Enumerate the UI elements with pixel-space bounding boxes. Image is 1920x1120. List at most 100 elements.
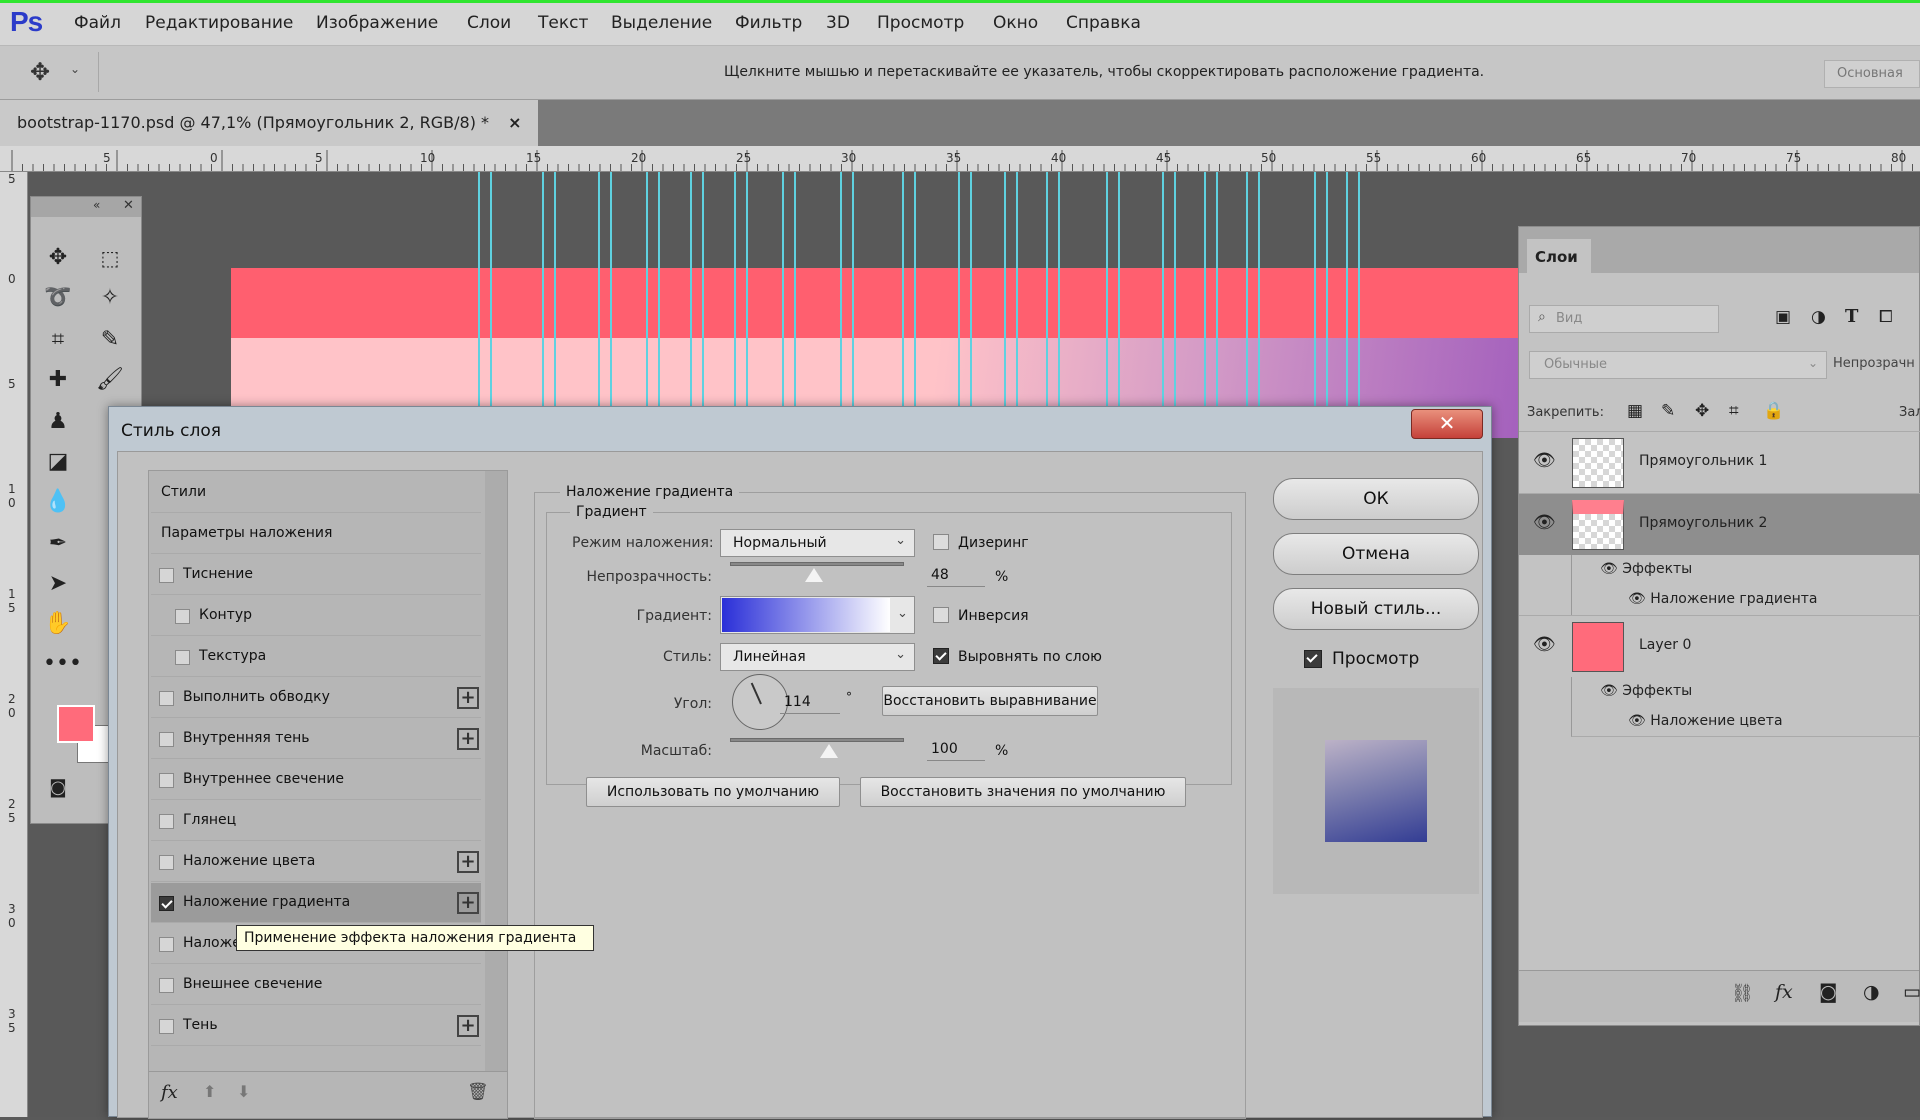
make-default-button[interactable]: Использовать по умолчанию <box>586 777 840 807</box>
menu-select[interactable]: Выделение <box>611 13 712 33</box>
style-checkbox[interactable] <box>159 978 174 993</box>
blur-tool-icon[interactable]: 💧 <box>43 487 73 517</box>
styles-header-row[interactable]: Стили <box>151 473 481 513</box>
gradient-style-select[interactable]: Линейная ⌄ <box>720 643 915 671</box>
menu-filter[interactable]: Фильтр <box>735 13 802 33</box>
lock-all-icon[interactable]: 🔒 <box>1763 401 1784 421</box>
menu-image[interactable]: Изображение <box>316 13 438 33</box>
gradient-preview-swatch[interactable] <box>722 598 890 632</box>
style-checkbox[interactable] <box>159 732 174 747</box>
style-checkbox[interactable] <box>159 896 174 911</box>
close-icon[interactable]: ✕ <box>123 198 134 213</box>
style-checkbox[interactable] <box>175 609 190 624</box>
visibility-eye-icon[interactable]: 👁 <box>1600 561 1622 577</box>
collapse-icon[interactable]: « <box>93 198 100 212</box>
layer-name[interactable]: Layer 0 <box>1639 637 1691 653</box>
visibility-eye-icon[interactable]: 👁 <box>1628 591 1650 607</box>
fx-icon[interactable]: fx <box>1775 981 1793 1003</box>
reset-alignment-button[interactable]: Восстановить выравнивание <box>882 686 1098 716</box>
visibility-eye-icon[interactable]: 👁 <box>1533 512 1556 533</box>
style-row-inner-glow[interactable]: Внутреннее свечение <box>151 760 481 800</box>
style-checkbox[interactable] <box>159 568 174 583</box>
add-effect-button[interactable]: + <box>457 728 479 750</box>
style-row-texture[interactable]: Текстура <box>151 637 481 677</box>
style-checkbox[interactable] <box>175 650 190 665</box>
style-row-drop-shadow[interactable]: Тень + <box>151 1006 481 1046</box>
visibility-eye-icon[interactable]: 👁 <box>1628 713 1650 729</box>
move-down-icon[interactable]: ⬇ <box>237 1082 250 1101</box>
style-checkbox[interactable] <box>159 1019 174 1034</box>
angle-input[interactable]: 114 <box>780 692 840 714</box>
add-effect-button[interactable]: + <box>457 687 479 709</box>
chevron-down-icon[interactable]: ⌄ <box>897 606 908 621</box>
quick-mask-icon[interactable]: ◙ <box>43 773 73 803</box>
lasso-tool-icon[interactable]: ➰ <box>43 283 73 313</box>
path-select-icon[interactable]: ➤ <box>43 569 73 599</box>
menu-window[interactable]: Окно <box>993 13 1038 33</box>
blend-mode-select[interactable]: Нормальный ⌄ <box>720 529 915 557</box>
trash-icon[interactable]: 🗑 <box>467 1082 489 1102</box>
style-row-stroke[interactable]: Выполнить обводку + <box>151 678 481 718</box>
folder-icon[interactable]: ▭ <box>1903 981 1920 1003</box>
more-tools-icon[interactable]: ••• <box>43 649 82 679</box>
menu-3d[interactable]: 3D <box>826 13 850 33</box>
style-checkbox[interactable] <box>159 855 174 870</box>
style-row-gradient-overlay[interactable]: Наложение градиента + <box>151 883 481 923</box>
marquee-tool-icon[interactable]: ⬚ <box>95 243 125 273</box>
link-layers-icon[interactable]: ⛓ <box>1731 983 1754 1004</box>
document-tab[interactable]: bootstrap-1170.psd @ 47,1% (Прямоугольни… <box>0 100 538 146</box>
blending-options-row[interactable]: Параметры наложения <box>151 514 481 554</box>
foreground-color-swatch[interactable] <box>57 705 95 743</box>
visibility-eye-icon[interactable]: 👁 <box>1600 683 1622 699</box>
layer-name[interactable]: Прямоугольник 1 <box>1639 453 1767 469</box>
image-filter-icon[interactable]: ▣ <box>1775 307 1791 327</box>
style-checkbox[interactable] <box>159 691 174 706</box>
eyedropper-icon[interactable]: ✎ <box>95 325 125 355</box>
scale-slider[interactable] <box>730 738 904 742</box>
chevron-down-icon[interactable]: ⌄ <box>70 62 80 76</box>
opacity-slider-thumb[interactable] <box>804 568 823 582</box>
style-row-satin[interactable]: Глянец <box>151 801 481 841</box>
styles-scrollbar[interactable] <box>485 471 507 1071</box>
lock-artboard-icon[interactable]: ⌗ <box>1729 401 1739 421</box>
stamp-tool-icon[interactable]: ♟ <box>43 407 73 437</box>
dialog-close-button[interactable]: ✕ <box>1411 409 1483 439</box>
add-effect-button[interactable]: + <box>457 851 479 873</box>
menu-edit[interactable]: Редактирование <box>145 13 293 33</box>
magic-wand-icon[interactable]: ✧ <box>95 283 125 313</box>
menu-file[interactable]: Файл <box>74 13 121 33</box>
tools-panel-header[interactable]: « ✕ <box>31 197 141 217</box>
layer-row[interactable]: 👁 Layer 0 <box>1519 615 1920 677</box>
lock-pixels-icon[interactable]: ✎ <box>1661 401 1675 421</box>
add-mask-icon[interactable]: ◙ <box>1819 981 1837 1003</box>
preview-checkbox[interactable] <box>1304 650 1322 668</box>
layer-blend-mode-select[interactable]: Обычные ⌄ <box>1529 351 1827 379</box>
pen-tool-icon[interactable]: ✒ <box>43 529 73 559</box>
lock-position-icon[interactable]: ✥ <box>1695 401 1709 421</box>
cancel-button[interactable]: Отмена <box>1273 533 1479 575</box>
reset-to-default-button[interactable]: Восстановить значения по умолчанию <box>860 777 1186 807</box>
brush-tool-icon[interactable]: 🖌 <box>95 365 125 395</box>
menu-view[interactable]: Просмотр <box>877 13 964 33</box>
visibility-eye-icon[interactable]: 👁 <box>1533 634 1556 655</box>
fx-icon[interactable]: fx <box>161 1082 178 1103</box>
style-row-outer-glow[interactable]: Внешнее свечение <box>151 965 481 1005</box>
add-effect-button[interactable]: + <box>457 892 479 914</box>
adjustment-layer-icon[interactable]: ◑ <box>1863 981 1880 1003</box>
style-checkbox[interactable] <box>159 814 174 829</box>
opacity-slider[interactable] <box>730 562 904 566</box>
menu-layers[interactable]: Слои <box>467 13 511 33</box>
style-checkbox[interactable] <box>159 773 174 788</box>
move-tool-icon[interactable]: ✥ <box>43 243 73 273</box>
align-with-layer-checkbox[interactable] <box>933 648 949 664</box>
effects-row[interactable]: 👁 Эффекты <box>1600 561 1692 577</box>
layer-row[interactable]: 👁 Прямоугольник 1 <box>1519 431 1920 493</box>
layer-row-selected[interactable]: 👁 Прямоугольник 2 <box>1519 493 1920 555</box>
hand-tool-icon[interactable]: ✋ <box>43 609 73 639</box>
effect-row[interactable]: 👁 Наложение градиента <box>1628 591 1818 607</box>
adjustment-filter-icon[interactable]: ◑ <box>1811 307 1826 327</box>
dither-checkbox[interactable] <box>933 534 949 550</box>
scale-input[interactable]: 100 <box>927 739 985 761</box>
move-up-icon[interactable]: ⬆ <box>203 1082 216 1101</box>
effect-row[interactable]: 👁 Наложение цвета <box>1628 713 1783 729</box>
